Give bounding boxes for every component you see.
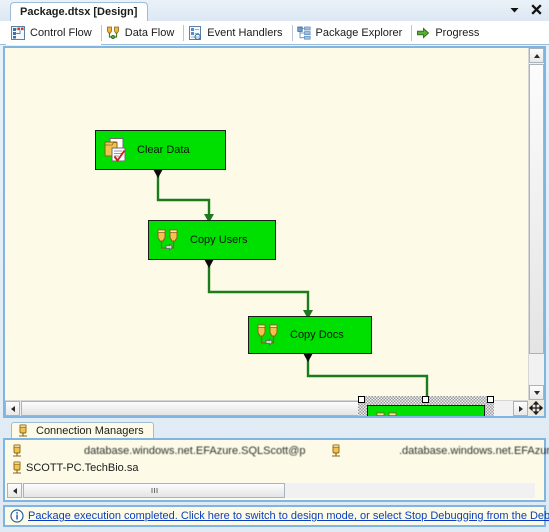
connection-managers-pane: Connection Managers database.windows.net… — [3, 421, 549, 502]
cm-horizontal-scroll-thumb[interactable] — [23, 483, 285, 498]
control-flow-canvas[interactable]: Clear Data Copy Users Copy Docs — [5, 48, 528, 416]
control-flow-canvas-frame: Clear Data Copy Users Copy Docs — [3, 46, 546, 418]
connection-manager-item-2-label: .database.windows.net.EFAzure — [399, 445, 549, 457]
connection-managers-tab[interactable]: Connection Managers — [11, 422, 154, 438]
ssis-package-designer-window: Package.dtsx [Design] Control Flow Data … — [0, 0, 549, 532]
status-message-link[interactable]: Package execution completed. Click here … — [28, 510, 549, 522]
connection-managers-tab-row: Connection Managers — [3, 421, 546, 438]
connection-managers-list[interactable]: database.windows.net.EFAzure.SQLScott@p … — [3, 438, 549, 502]
cm-scroll-left-button[interactable] — [7, 483, 22, 498]
tab-control-flow-label: Control Flow — [30, 27, 92, 39]
task-copy-users-label: Copy Users — [190, 234, 248, 246]
designer-tab-strip: Control Flow Data Flow Event Handlers Pa… — [0, 21, 549, 45]
data-flow-icon — [106, 26, 120, 40]
progress-arrow-icon — [416, 26, 430, 40]
connection-manager-item-2[interactable]: .database.windows.net.EFAzure — [330, 443, 549, 459]
data-flow-task-icon — [255, 322, 281, 348]
task-copy-docs[interactable]: Copy Docs — [248, 316, 372, 354]
connection-manager-item-3-label: SCOTT-PC.TechBio.sa — [26, 462, 139, 474]
task-clear-data-label: Clear Data — [137, 144, 190, 156]
tab-data-flow[interactable]: Data Flow — [100, 21, 184, 45]
tab-control-flow[interactable]: Control Flow — [6, 21, 101, 45]
event-handlers-icon — [188, 26, 202, 40]
document-tab-label: Package.dtsx [Design] — [20, 6, 138, 18]
connection-manager-item-1[interactable]: database.windows.net.EFAzure.SQLScott@p — [11, 443, 306, 459]
data-flow-task-icon — [374, 410, 400, 416]
tab-package-explorer-label: Package Explorer — [315, 27, 403, 39]
tab-event-handlers[interactable]: Event Handlers — [183, 21, 291, 45]
scroll-up-button[interactable] — [529, 48, 544, 63]
tab-event-handlers-label: Event Handlers — [207, 27, 283, 39]
task-clear-data[interactable]: Clear Data — [95, 130, 226, 170]
arrow-up-icon — [533, 53, 540, 58]
caret-down-icon[interactable] — [508, 3, 521, 16]
window-controls — [508, 3, 543, 16]
execute-sql-task-icon — [102, 137, 128, 163]
task-copy-users[interactable]: Copy Users — [148, 220, 276, 260]
document-tab-package-dtsx[interactable]: Package.dtsx [Design] — [10, 2, 149, 21]
connection-manager-icon — [17, 424, 29, 438]
resize-handle-nw[interactable] — [358, 396, 365, 403]
data-flow-task-icon — [155, 227, 181, 253]
connection-managers-horizontal-scrollbar[interactable] — [7, 483, 535, 498]
tab-progress-label: Progress — [435, 27, 480, 39]
arrow-down-icon — [533, 390, 540, 395]
tab-data-flow-label: Data Flow — [124, 27, 175, 39]
canvas-vertical-scrollbar[interactable] — [528, 48, 544, 400]
scroll-down-button[interactable] — [529, 385, 544, 400]
connection-manager-icon — [11, 461, 23, 475]
task-copy-userdocs[interactable]: Copy UserDocs — [367, 405, 485, 416]
connection-manager-icon — [330, 444, 342, 458]
tab-progress[interactable]: Progress — [411, 21, 488, 45]
task-copy-userdocs-selection[interactable]: Copy UserDocs — [358, 396, 494, 416]
vertical-scroll-thumb[interactable] — [529, 64, 544, 354]
debug-status-bar: Package execution completed. Click here … — [3, 505, 549, 527]
close-icon[interactable] — [530, 3, 543, 16]
connection-manager-icon — [11, 444, 23, 458]
arrow-left-icon — [12, 487, 17, 494]
tab-package-explorer[interactable]: Package Explorer — [291, 21, 412, 45]
resize-handle-n[interactable] — [422, 396, 429, 403]
info-icon — [10, 509, 24, 523]
connection-manager-item-1-label: database.windows.net.EFAzure.SQLScott@p — [84, 445, 306, 457]
connection-manager-item-3[interactable]: SCOTT-PC.TechBio.sa — [11, 460, 138, 476]
resize-handle-ne[interactable] — [487, 396, 494, 403]
title-bar: Package.dtsx [Design] — [0, 0, 549, 21]
pan-tool-icon[interactable] — [528, 400, 544, 416]
task-copy-docs-label: Copy Docs — [290, 329, 344, 341]
connection-managers-tab-label: Connection Managers — [36, 424, 144, 437]
package-explorer-icon — [296, 26, 311, 40]
control-flow-icon — [11, 26, 25, 40]
